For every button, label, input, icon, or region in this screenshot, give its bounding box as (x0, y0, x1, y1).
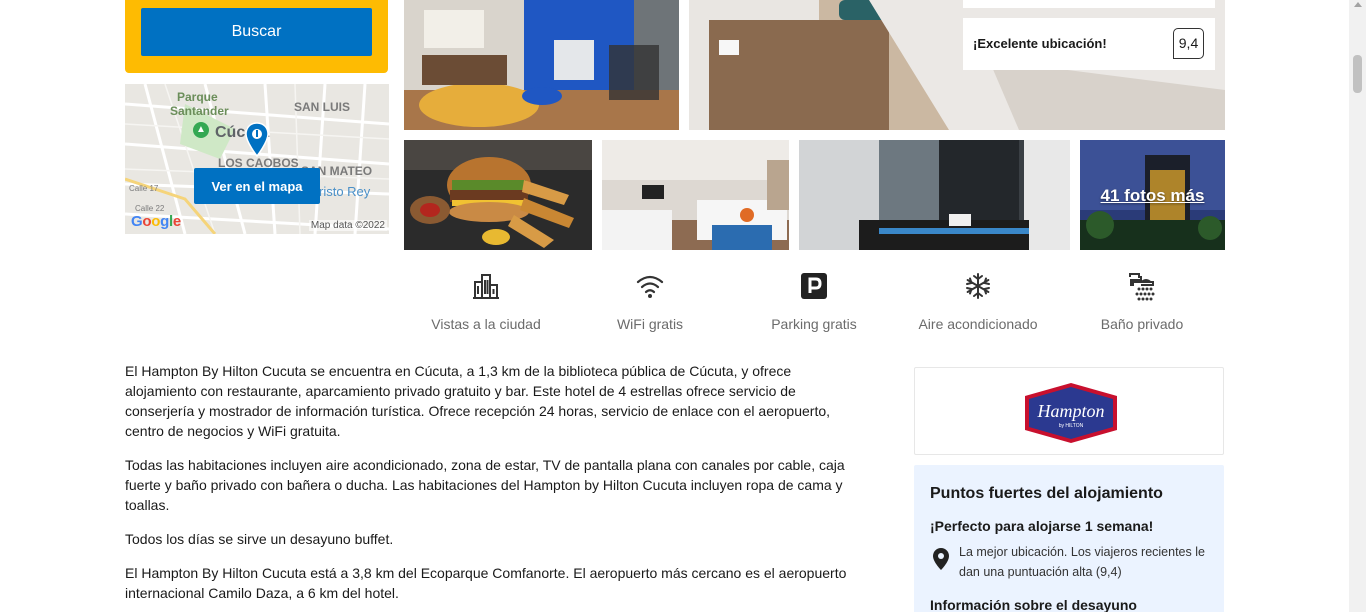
property-description: El Hampton By Hilton Cucuta se encuentra… (125, 361, 855, 612)
parking-icon (801, 273, 827, 299)
park-icon: ▲ (193, 122, 209, 138)
facility-parking: Parking gratis (739, 270, 889, 332)
rating-score: 9,4 (1173, 28, 1204, 59)
description-paragraph: Todas las habitaciones incluyen aire aco… (125, 457, 845, 513)
facility-label: WiFi gratis (616, 316, 684, 332)
rating-card[interactable]: ¡Excelente ubicación! 9,4 (963, 0, 1215, 70)
snowflake-icon (966, 273, 990, 299)
photo-exterior-more[interactable]: 41 fotos más (1080, 140, 1225, 250)
page-scrollbar[interactable] (1349, 0, 1366, 612)
location-pin-icon (933, 548, 949, 570)
facility-private-bathroom: Baño privado (1067, 270, 1217, 332)
scroll-thumb[interactable] (1353, 55, 1362, 93)
scroll-up-arrow-icon[interactable] (1354, 2, 1362, 7)
map-pin-icon (245, 122, 269, 158)
highlights-breakfast-title: Información sobre el desayuno (930, 597, 1137, 612)
map-credit: Map data ©2022 (308, 220, 387, 231)
rating-label: ¡Excelente ubicación! (973, 36, 1107, 51)
highlights-title: Puntos fuertes del alojamiento (930, 485, 1163, 502)
city-view-icon (473, 274, 499, 299)
highlights-location-text: La mejor ubicación. Los viajeros recient… (959, 545, 1205, 579)
map-label-santander: Santander (170, 104, 229, 118)
description-paragraph: El Hampton By Hilton Cucuta se encuentra… (125, 363, 831, 439)
brand-sub: by HILTON (1059, 423, 1084, 429)
search-button[interactable]: Buscar (141, 8, 372, 56)
shower-icon (1129, 273, 1155, 301)
map-label-calle-22: Calle 22 (135, 204, 165, 213)
map-label-san-luis: SAN LUIS (294, 100, 351, 114)
description-paragraph: El Hampton By Hilton Cucuta está a 3,8 k… (125, 565, 847, 601)
facility-label: Aire acondicionado (918, 316, 1038, 332)
photo-room-two-beds[interactable] (602, 140, 789, 250)
hotel-page: Buscar Parque Santander SAN LUIS ▲ Cúcut… (0, 0, 1366, 612)
map-label-parque: Parque (177, 90, 218, 104)
google-logo: Google (131, 213, 181, 230)
search-panel: Buscar (125, 0, 388, 73)
facility-label: Vistas a la ciudad (431, 316, 541, 332)
property-highlights: Puntos fuertes del alojamiento ¡Perfecto… (914, 465, 1224, 612)
highlights-subtitle: ¡Perfecto para alojarse 1 semana! (930, 518, 1154, 534)
brand-name: Hampton (1037, 401, 1105, 421)
map-thumbnail[interactable]: Parque Santander SAN LUIS ▲ Cúcuta LOS C… (125, 84, 389, 234)
view-map-button[interactable]: Ver en el mapa (194, 168, 320, 204)
photo-burger[interactable] (404, 140, 592, 250)
photo-reception[interactable] (799, 140, 1070, 250)
facility-wifi: WiFi gratis (575, 270, 725, 332)
hampton-logo: Hampton by HILTON (1025, 383, 1117, 443)
map-label-cristo-rey: risto Rey (319, 184, 371, 199)
facility-air-conditioning: Aire acondicionado (903, 270, 1053, 332)
facility-label: Parking gratis (771, 316, 857, 332)
description-paragraph: Todos los días se sirve un desayuno buff… (125, 531, 394, 547)
facility-label: Baño privado (1100, 316, 1184, 332)
wifi-icon (636, 275, 664, 298)
more-photos-link[interactable]: 41 fotos más (1080, 186, 1225, 206)
map-label-calle-17: Calle 17 (129, 184, 159, 193)
photo-gym[interactable] (404, 0, 679, 130)
facility-city-view: Vistas a la ciudad (411, 270, 561, 332)
brand-logo-box: Hampton by HILTON (914, 367, 1224, 455)
